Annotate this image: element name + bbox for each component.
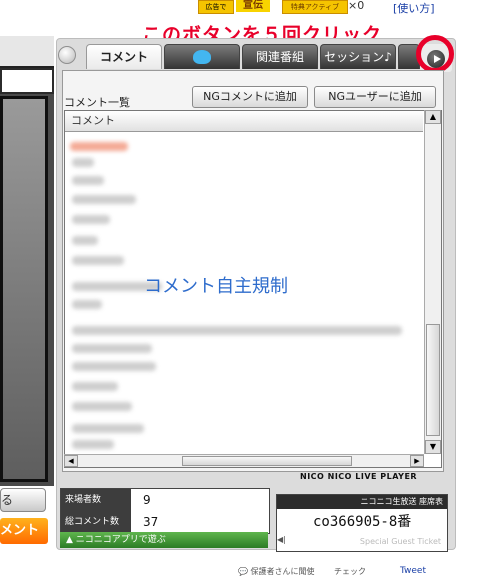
blurred-comment bbox=[72, 362, 156, 371]
ng-comment-button[interactable]: NGコメントに追加 bbox=[192, 86, 308, 108]
video-input[interactable] bbox=[0, 68, 54, 94]
video-panel bbox=[0, 36, 54, 486]
blurred-comment bbox=[72, 256, 124, 265]
blurred-comment bbox=[72, 215, 110, 224]
column-header[interactable]: コメント bbox=[65, 111, 423, 132]
privilege-badge[interactable]: 特典アクティブ bbox=[282, 0, 348, 14]
ticket-seat-id: co366905-8番 bbox=[313, 514, 412, 530]
scroll-up-icon[interactable]: ▲ bbox=[425, 110, 441, 124]
comments-value: 37 bbox=[143, 515, 159, 529]
hscroll-thumb[interactable] bbox=[182, 456, 352, 466]
check-link[interactable]: チェック bbox=[334, 566, 366, 577]
comment-list-title: コメント一覧 bbox=[64, 96, 130, 109]
self-censor-label: コメント自主規制 bbox=[144, 276, 288, 297]
seat-ticket: ニコニコ生放送 座席表 co366905-8番 Special Guest Ti… bbox=[276, 494, 448, 552]
blurred-comment bbox=[72, 424, 144, 433]
left-control-button[interactable]: る bbox=[0, 488, 46, 512]
blurred-comment bbox=[72, 402, 132, 411]
visitors-label: 来場者数 bbox=[61, 489, 131, 511]
blurred-comment bbox=[72, 344, 152, 353]
scroll-left-icon[interactable]: ◀ bbox=[64, 455, 78, 467]
tab-related[interactable]: 関連番組 bbox=[242, 44, 318, 69]
back-circle-icon[interactable] bbox=[58, 46, 76, 64]
column-header-label: コメント bbox=[71, 114, 115, 127]
ticket-left-arrow-icon: ◀| bbox=[277, 535, 286, 544]
twitter-icon bbox=[193, 50, 211, 64]
scroll-down-icon[interactable]: ▼ bbox=[425, 440, 441, 454]
tab-session[interactable]: セッション♪ bbox=[320, 44, 396, 69]
blurred-comment bbox=[72, 382, 118, 391]
ad-badge-1[interactable]: 広告で bbox=[198, 0, 234, 14]
player-label: NICO NICO LIVE PLAYER bbox=[300, 472, 418, 481]
ad-badge-2[interactable]: 宣伝 bbox=[236, 0, 270, 12]
tab-comment[interactable]: コメント bbox=[86, 44, 162, 69]
scroll-right-icon[interactable]: ▶ bbox=[410, 455, 424, 467]
visitors-value: 9 bbox=[143, 493, 151, 507]
blurred-comment bbox=[72, 326, 402, 335]
highlight-ring bbox=[416, 35, 454, 73]
ticket-header: ニコニコ生放送 座席表 bbox=[277, 495, 447, 509]
stat-row-comments: 総コメント数 37 bbox=[61, 511, 269, 533]
comments-label: 総コメント数 bbox=[61, 511, 131, 533]
video-header bbox=[0, 36, 54, 68]
blurred-comment bbox=[70, 142, 128, 151]
stat-row-visitors: 来場者数 9 bbox=[61, 489, 269, 511]
blurred-comment bbox=[72, 176, 104, 185]
ticket-footer: Special Guest Ticket bbox=[359, 537, 441, 546]
scroll-thumb[interactable] bbox=[426, 324, 440, 436]
blurred-comment bbox=[72, 158, 94, 167]
horizontal-scrollbar[interactable]: ◀ ▶ bbox=[64, 454, 424, 467]
count-badge: ×0 bbox=[348, 0, 365, 12]
usage-link[interactable]: [使い方] bbox=[393, 0, 435, 16]
blurred-comment bbox=[72, 236, 98, 245]
stats-box: 来場者数 9 総コメント数 37 bbox=[60, 488, 270, 534]
tab-twitter[interactable] bbox=[164, 44, 240, 69]
guardian-link[interactable]: 💬 保護者さんに聞使 bbox=[238, 566, 315, 577]
app-link[interactable]: ▲ ニコニコアプリで遊ぶ bbox=[60, 532, 268, 548]
tweet-link[interactable]: Tweet bbox=[400, 566, 426, 576]
comment-submit-button[interactable]: メント bbox=[0, 518, 48, 544]
video-display bbox=[0, 96, 48, 482]
blurred-comment bbox=[72, 195, 136, 204]
blurred-comment bbox=[72, 300, 102, 309]
blurred-comment bbox=[72, 440, 114, 449]
ng-user-button[interactable]: NGユーザーに追加 bbox=[314, 86, 436, 108]
vertical-scrollbar[interactable]: ▲ ▼ bbox=[424, 110, 441, 454]
